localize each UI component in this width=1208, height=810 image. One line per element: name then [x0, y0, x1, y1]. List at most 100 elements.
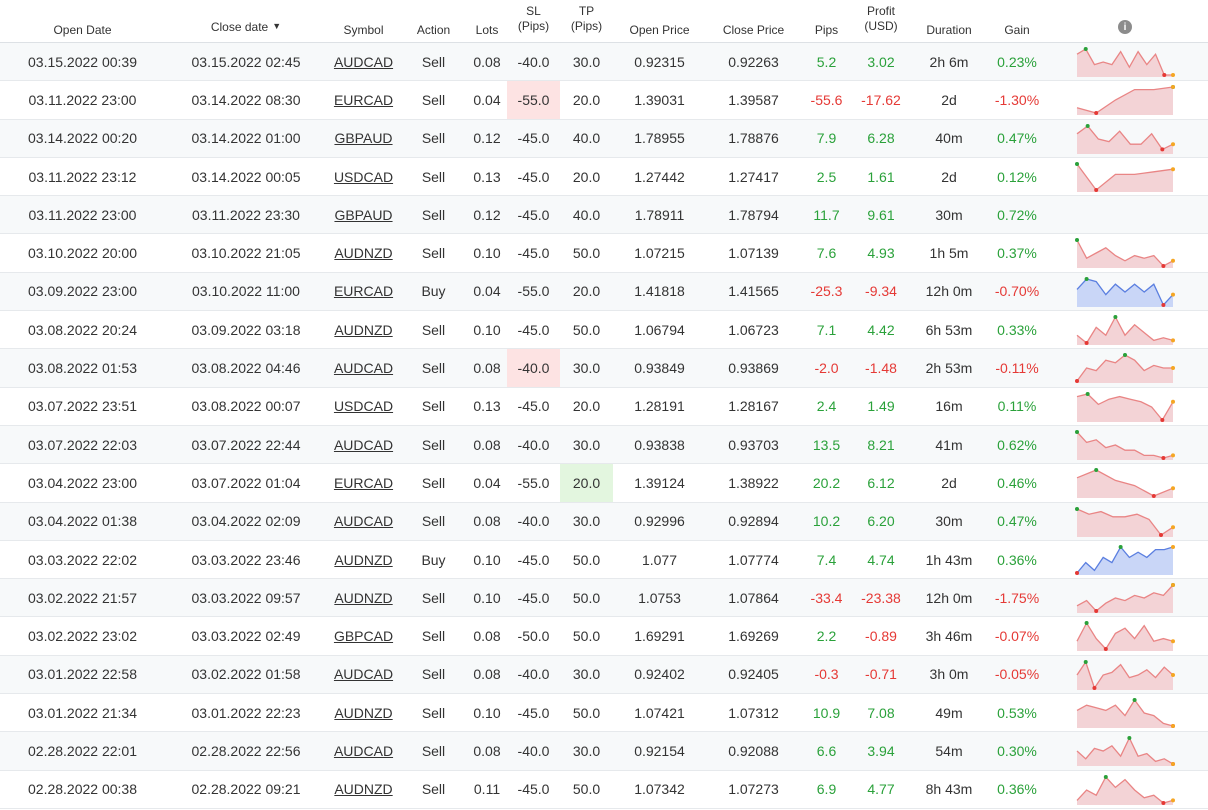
pips-cell: 7.6 — [801, 234, 852, 271]
table-row[interactable]: 03.15.2022 00:39 03.15.2022 02:45 AUDCAD Se… — [0, 43, 1208, 82]
table-row[interactable]: 03.11.2022 23:00 03.11.2022 23:30 GBPAUD Se… — [0, 196, 1208, 235]
symbol-link-text[interactable]: AUDCAD — [334, 54, 393, 70]
duration-cell: 41m — [910, 426, 988, 463]
info-icon[interactable]: i — [1118, 20, 1132, 34]
duration-cell-text: 3h 46m — [925, 628, 973, 645]
table-row[interactable]: 03.03.2022 22:02 03.03.2022 23:46 AUDNZD Bu… — [0, 541, 1208, 580]
table-row[interactable]: 03.07.2022 22:03 03.07.2022 22:44 AUDCAD Se… — [0, 425, 1208, 465]
open-date-cell-text: 03.11.2022 23:00 — [28, 91, 137, 108]
header-open-date[interactable]: Open Date — [0, 0, 165, 42]
table-row[interactable]: 03.14.2022 00:20 03.14.2022 01:00 GBPAUD Se… — [0, 119, 1208, 158]
pips-cell-text: 2.4 — [816, 398, 837, 415]
trade-sparkline — [1076, 276, 1175, 307]
header-duration[interactable]: Duration — [910, 0, 988, 42]
close-price-cell-text: 1.07774 — [728, 551, 779, 568]
header-lots-label: Lots — [475, 23, 499, 37]
table-row[interactable]: 03.01.2022 21:34 03.01.2022 22:23 AUDNZD Se… — [0, 694, 1208, 733]
close-date-cell: 03.08.2022 04:46 — [165, 349, 327, 386]
symbol-link-text[interactable]: AUDNZD — [334, 322, 392, 338]
header-gain[interactable]: Gain — [988, 0, 1046, 42]
symbol-link-text[interactable]: AUDCAD — [334, 513, 393, 529]
sparkline-area — [1077, 317, 1173, 346]
lots-cell-text: 0.08 — [473, 436, 501, 453]
sl-cell-text: -40.0 — [517, 436, 550, 453]
lots-cell: 0.08 — [467, 617, 507, 654]
symbol-link-text[interactable]: AUDNZD — [334, 705, 392, 721]
header-close-date[interactable]: Close date ▼ — [165, 0, 327, 42]
symbol-link-text[interactable]: AUDNZD — [334, 245, 392, 261]
symbol-link-text[interactable]: EURCAD — [334, 475, 393, 491]
pips-cell: 10.9 — [801, 694, 852, 731]
table-row[interactable]: 03.08.2022 20:24 03.09.2022 03:18 AUDNZD Se… — [0, 311, 1208, 350]
symbol-link-text[interactable]: EURCAD — [334, 92, 393, 108]
header-symbol[interactable]: Symbol — [327, 0, 400, 42]
table-row[interactable]: 03.09.2022 23:00 03.10.2022 11:00 EURCAD Bu… — [0, 272, 1208, 312]
table-row[interactable]: 03.10.2022 20:00 03.10.2022 21:05 AUDNZD Se… — [0, 234, 1208, 273]
header-open-price[interactable]: Open Price — [613, 0, 706, 42]
header-close-price[interactable]: Close Price — [706, 0, 801, 42]
close-date-cell: 03.03.2022 23:46 — [165, 541, 327, 578]
header-pips[interactable]: Pips — [801, 0, 852, 42]
action-cell-text: Sell — [421, 474, 446, 491]
table-row[interactable]: 03.02.2022 21:57 03.03.2022 09:57 AUDNZD Se… — [0, 579, 1208, 618]
table-row[interactable]: 03.07.2022 23:51 03.08.2022 00:07 USDCAD Se… — [0, 388, 1208, 426]
sl-cell: -55.0 — [507, 81, 560, 119]
open-price-cell: 1.78911 — [613, 196, 706, 233]
symbol-link-text[interactable]: USDCAD — [334, 398, 393, 414]
symbol-link-text[interactable]: AUDNZD — [334, 552, 392, 568]
symbol-link-text[interactable]: AUDCAD — [334, 360, 393, 376]
header-tp[interactable]: TP (Pips) — [560, 0, 613, 42]
table-row[interactable]: 02.28.2022 00:38 02.28.2022 09:21 AUDNZD Se… — [0, 771, 1208, 809]
symbol-link-text[interactable]: EURCAD — [334, 283, 393, 299]
header-sl[interactable]: SL (Pips) — [507, 0, 560, 42]
tp-cell-text: 50.0 — [572, 321, 601, 338]
open-price-cell-text: 1.07215 — [634, 245, 685, 262]
table-row[interactable]: 03.04.2022 01:38 03.04.2022 02:09 AUDCAD Se… — [0, 502, 1208, 541]
table-row[interactable]: 03.04.2022 23:00 03.07.2022 01:04 EURCAD Se… — [0, 464, 1208, 503]
symbol-link-text[interactable]: AUDNZD — [334, 781, 392, 797]
open-date-cell: 02.28.2022 00:38 — [0, 771, 165, 808]
symbol-link-text[interactable]: AUDNZD — [334, 590, 392, 606]
symbol-link-text[interactable]: AUDCAD — [334, 437, 393, 453]
close-date-cell: 03.08.2022 00:07 — [165, 388, 327, 425]
duration-cell-text: 3h 0m — [929, 666, 969, 683]
close-price-cell-text: 0.92263 — [728, 53, 779, 70]
header-action[interactable]: Action — [400, 0, 467, 42]
gain-cell: -0.05% — [988, 656, 1046, 693]
profit-cell-text: 4.74 — [867, 551, 895, 568]
sparkline-area — [1077, 585, 1173, 614]
tp-cell: 30.0 — [560, 503, 613, 540]
trade-sparkline — [1076, 47, 1175, 77]
header-profit[interactable]: Profit (USD) — [852, 0, 910, 42]
gain-cell-text: 0.36% — [997, 781, 1037, 798]
table-row[interactable]: 03.01.2022 22:58 03.02.2022 01:58 AUDCAD Se… — [0, 655, 1208, 695]
sparkline-last-marker — [1171, 486, 1175, 491]
header-lots[interactable]: Lots — [467, 0, 507, 42]
table-row[interactable]: 03.02.2022 23:02 03.03.2022 02:49 GBPCAD Se… — [0, 617, 1208, 656]
sl-cell: -45.0 — [507, 196, 560, 233]
action-cell-text: Sell — [421, 245, 446, 262]
symbol-link-text[interactable]: USDCAD — [334, 169, 393, 185]
sparkline-min-marker — [1161, 800, 1166, 805]
symbol-link-text[interactable]: AUDCAD — [334, 666, 393, 682]
pips-cell: 13.5 — [801, 426, 852, 463]
trade-sparkline — [1076, 659, 1175, 690]
open-price-cell: 1.28191 — [613, 388, 706, 425]
symbol-link-text[interactable]: GBPCAD — [334, 628, 393, 644]
duration-cell: 49m — [910, 694, 988, 731]
tp-cell-text: 20.0 — [572, 91, 601, 108]
symbol-link-text[interactable]: GBPAUD — [334, 207, 392, 223]
table-row[interactable]: 03.11.2022 23:00 03.14.2022 08:30 EURCAD Se… — [0, 81, 1208, 120]
open-date-cell-text: 03.11.2022 23:12 — [28, 168, 137, 185]
symbol-link-text[interactable]: GBPAUD — [334, 130, 392, 146]
symbol-link-text[interactable]: AUDCAD — [334, 743, 393, 759]
sparkline-last-marker — [1171, 583, 1175, 588]
open-price-cell: 1.07215 — [613, 234, 706, 271]
lots-cell-text: 0.08 — [473, 360, 501, 377]
table-row[interactable]: 03.11.2022 23:12 03.14.2022 00:05 USDCAD Se… — [0, 158, 1208, 197]
sparkline-last-marker — [1171, 292, 1175, 297]
table-row[interactable]: 02.28.2022 22:01 02.28.2022 22:56 AUDCAD Se… — [0, 732, 1208, 771]
profit-cell-text: -9.34 — [865, 283, 897, 300]
table-row[interactable]: 03.08.2022 01:53 03.08.2022 04:46 AUDCAD Se… — [0, 349, 1208, 388]
sl-cell: -40.0 — [507, 426, 560, 463]
